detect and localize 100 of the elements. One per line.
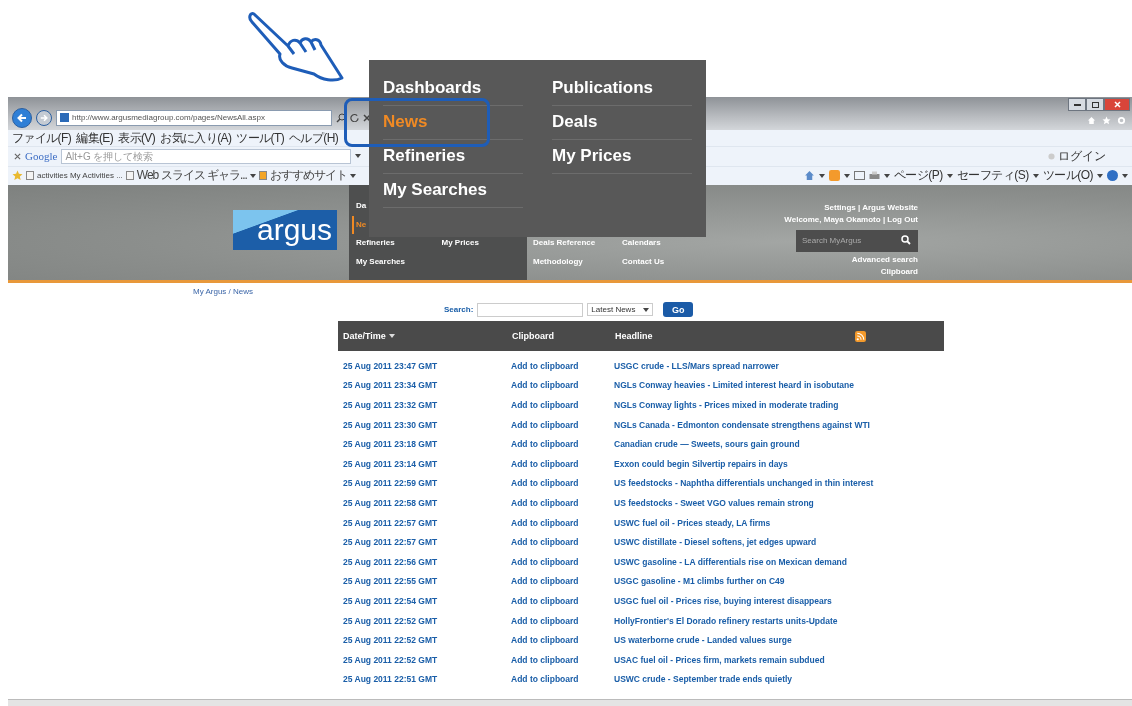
caret-icon[interactable] [883,173,890,178]
nav-link[interactable]: Da [352,197,367,216]
menu-link[interactable]: Refineries [383,146,466,166]
argus-logo[interactable]: argus [233,210,337,250]
address-field[interactable]: http://www.argusmediagroup.com/pages/NewsAll.aspx [56,109,332,126]
add-to-clipboard-link[interactable]: Add to clipboard [511,380,579,391]
command-menu[interactable]: セーフティ(S) [956,167,1029,185]
login-link[interactable]: ログイン [1048,147,1106,165]
date-link[interactable]: 25 Aug 2011 22:54 GMT [343,595,438,606]
date-link[interactable]: 25 Aug 2011 23:47 GMT [343,360,438,371]
add-to-clipboard-link[interactable]: Add to clipboard [511,537,579,548]
menu-item[interactable]: お気に入り(A) [160,129,232,147]
headline-link[interactable]: US waterborne crude - Landed values surge [614,635,792,646]
headline-link[interactable]: US feedstocks - Naphtha differentials unchanged in thin interest [614,478,874,489]
menu-item[interactable]: ツール(T) [236,129,285,147]
caret-icon[interactable] [643,307,650,312]
favorites-item[interactable]: activities My Activities ... [37,171,123,181]
forward-button[interactable] [36,109,52,126]
nav-link[interactable]: Refineries [352,234,395,253]
headline-link[interactable]: USWC gasoline - LA differentials rise on Mexican demand [614,556,847,567]
headline-link[interactable]: USWC crude - September trade ends quietly [614,674,793,685]
add-to-clipboard-link[interactable]: Add to clipboard [511,576,579,587]
headline-link[interactable]: HollyFrontier's El Dorado refinery restarts units-Update [614,615,838,626]
date-link[interactable]: 25 Aug 2011 23:18 GMT [343,439,438,450]
column-header[interactable]: Date/Time [343,331,395,341]
caret-icon[interactable] [1032,173,1039,178]
add-to-clipboard-link[interactable]: Add to clipboard [511,615,579,626]
date-link[interactable]: 25 Aug 2011 22:59 GMT [343,478,438,489]
refresh-icon[interactable] [350,113,359,123]
headline-link[interactable]: NGLs Conway lights - Prices mixed in moderate trading [614,400,839,410]
command-menu[interactable]: ツール(O) [1042,167,1093,185]
date-link[interactable]: 25 Aug 2011 23:30 GMT [343,419,438,430]
headline-link[interactable]: USWC fuel oil - Prices steady, LA firms [614,517,771,528]
date-link[interactable]: 25 Aug 2011 22:55 GMT [343,576,438,587]
headline-link[interactable]: USGC fuel oil - Prices rise, buying interest disappears [614,595,832,606]
add-to-clipboard-link[interactable]: Add to clipboard [511,400,579,410]
back-button[interactable] [12,107,32,128]
maximize-button[interactable] [1086,98,1104,111]
caret-icon[interactable] [349,173,356,178]
nav-link[interactable]: My Searches [352,252,405,271]
nav-link[interactable]: My Prices [437,234,479,253]
headline-link[interactable]: USGC crude - LLS/Mars spread narrower [614,360,779,371]
headline-link[interactable]: US feedstocks - Sweet VGO values remain strong [614,497,814,508]
news-filter-select[interactable]: Latest News [587,303,654,316]
close-icon[interactable] [363,113,371,122]
favorites-item[interactable]: Web スライス ギャラ... [136,167,247,185]
menu-link[interactable]: My Prices [552,146,632,166]
date-link[interactable]: 25 Aug 2011 22:57 GMT [343,537,438,548]
menu-link[interactable]: Dashboards [383,78,482,98]
headline-link[interactable]: NGLs Conway heavies - Limited interest heard in isobutane [614,380,854,391]
menu-link[interactable]: Deals [552,112,598,132]
date-link[interactable]: 25 Aug 2011 22:57 GMT [343,517,438,528]
caret-icon[interactable] [1097,173,1103,178]
headline-link[interactable]: USAC fuel oil - Prices firm, markets remain subdued [614,654,825,665]
headline-link[interactable]: USWC distillate - Diesel softens, jet edges upward [614,537,817,548]
date-link[interactable]: 25 Aug 2011 22:52 GMT [343,635,438,646]
favorites-item[interactable]: おすすめサイト [269,167,347,185]
date-link[interactable]: 25 Aug 2011 22:51 GMT [343,674,438,685]
star-icon[interactable] [1102,116,1111,125]
news-search-field[interactable] [477,302,584,317]
add-to-clipboard-link[interactable]: Add to clipboard [511,556,579,567]
caret-icon[interactable] [249,173,256,178]
add-to-clipboard-link[interactable]: Add to clipboard [511,595,579,606]
add-to-clipboard-link[interactable]: Add to clipboard [511,478,579,489]
caret-icon[interactable] [843,173,850,178]
menu-link[interactable]: My Searches [383,180,487,200]
date-link[interactable]: 25 Aug 2011 22:52 GMT [343,654,438,665]
headline-link[interactable]: NGLs Canada - Edmonton condensate strengthens against WTI [614,419,870,430]
menu-item[interactable]: 表示(V) [118,129,156,147]
menu-item[interactable]: ファイル(F) [12,129,72,147]
go-button[interactable]: Go [663,302,694,317]
caret-icon[interactable] [1122,173,1128,178]
close-button[interactable] [1104,98,1130,111]
date-link[interactable]: 25 Aug 2011 23:14 GMT [343,458,438,469]
add-to-clipboard-link[interactable]: Add to clipboard [511,497,579,508]
add-to-clipboard-link[interactable]: Add to clipboard [511,517,579,528]
add-to-clipboard-link[interactable]: Add to clipboard [511,439,579,450]
breadcrumb[interactable]: My Argus / News [8,283,1132,298]
site-search-field[interactable]: Search MyArgus [796,229,918,252]
command-menu[interactable]: ページ(P) [893,167,943,185]
add-to-clipboard-link[interactable]: Add to clipboard [511,458,579,469]
date-link[interactable]: 25 Aug 2011 23:32 GMT [343,400,438,410]
date-link[interactable]: 25 Aug 2011 22:58 GMT [343,497,438,508]
column-header[interactable]: Clipboard [512,331,554,341]
add-to-clipboard-link[interactable]: Add to clipboard [511,674,579,685]
menu-link[interactable]: Publications [552,78,654,98]
caret-icon[interactable] [818,173,825,178]
close-icon[interactable] [14,152,21,160]
add-to-clipboard-link[interactable]: Add to clipboard [511,360,579,371]
menu-item[interactable]: 編集(E) [76,129,114,147]
add-to-clipboard-link[interactable]: Add to clipboard [511,635,579,646]
menu-item[interactable]: ヘルプ(H) [289,129,339,147]
headline-link[interactable]: USGC gasoline - M1 climbs further on C49 [614,576,785,587]
date-link[interactable]: 25 Aug 2011 22:52 GMT [343,615,438,626]
search-field[interactable]: Alt+G を押して検索 [61,148,352,164]
date-link[interactable]: 25 Aug 2011 23:34 GMT [343,380,438,391]
headline-link[interactable]: Exxon could begin Silvertip repairs in days [614,458,788,469]
search-icon[interactable] [901,235,911,245]
caret-icon[interactable] [946,173,953,178]
search-icon[interactable] [336,112,346,123]
